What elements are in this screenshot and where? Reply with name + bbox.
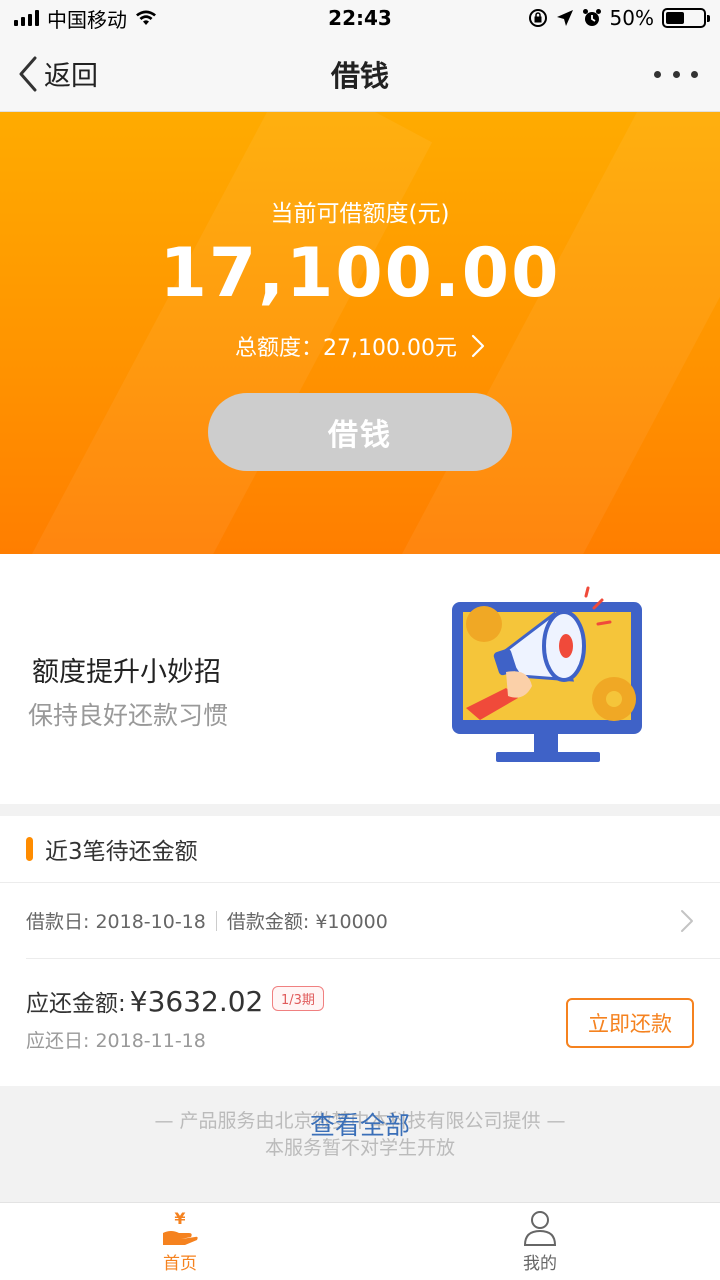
yen-hand-icon: ¥ <box>163 1209 198 1245</box>
back-button[interactable]: 返回 <box>18 54 98 93</box>
available-credit-amount: 17,100.00 <box>159 234 561 313</box>
period-badge: 1/3期 <box>272 986 324 1011</box>
status-bar: 中国移动 22:43 50% <box>0 0 720 36</box>
credit-hero: 当前可借额度(元) 17,100.00 总额度：27,100.00元 借钱 <box>0 112 720 554</box>
available-credit-label: 当前可借额度(元) <box>270 201 450 227</box>
total-credit-label: 总额度： <box>235 336 324 361</box>
total-credit-value: 27,100.00元 <box>323 336 457 361</box>
page-title: 借钱 <box>330 58 389 93</box>
location-icon <box>556 10 573 26</box>
promo-title: 额度提升小妙招 <box>32 657 221 688</box>
rotation-lock-icon <box>528 9 547 27</box>
chevron-right-icon <box>681 910 693 932</box>
tab-home-label: 首页 <box>163 1254 197 1274</box>
status-right: 50% <box>528 6 710 30</box>
tab-bar: ¥ 首页 我的 <box>0 1202 720 1280</box>
repay-now-button[interactable]: 立即还款 <box>566 998 694 1048</box>
loan-date: 借款日: 2018-10-18 <box>26 911 206 933</box>
repay-section-title: 近3笔待还金额 <box>45 839 198 865</box>
back-label: 返回 <box>44 61 98 92</box>
loan-info-row[interactable]: 借款日: 2018-10-18 借款金额: ¥10000 <box>0 882 720 958</box>
promo-subtitle: 保持良好还款习惯 <box>28 701 229 730</box>
loan-amount: 借款金额: ¥10000 <box>226 911 388 933</box>
wifi-icon <box>136 10 156 25</box>
battery-icon <box>662 8 710 28</box>
promo-banner[interactable]: 额度提升小妙招 保持良好还款习惯 <box>0 554 720 804</box>
chevron-left-icon <box>19 56 37 91</box>
megaphone-monitor-illustration <box>452 586 642 762</box>
alarm-icon <box>582 9 601 26</box>
dot-icon <box>672 70 680 78</box>
borrow-button[interactable]: 借钱 <box>208 393 512 471</box>
section-accent-bar <box>26 837 33 861</box>
due-label: 应还金额: <box>26 991 126 1017</box>
dot-icon <box>654 70 661 78</box>
view-all-link[interactable]: 查看全部 <box>0 1106 720 1142</box>
separator <box>215 910 217 931</box>
tab-home[interactable]: ¥ 首页 <box>0 1203 360 1280</box>
tab-me-label: 我的 <box>523 1254 557 1274</box>
due-date: 应还日: 2018-11-18 <box>26 1030 206 1052</box>
battery-fill <box>666 12 684 24</box>
battery-percent: 50% <box>609 6 654 30</box>
carrier-name: 中国移动 <box>47 7 127 32</box>
signal-icon <box>14 10 39 26</box>
footer: — 产品服务由北京微梦中本科技有限公司提供 — 查看全部 本服务暂不对学生开放 <box>0 1086 720 1202</box>
due-amount: 应还金额: ¥3632.02 <box>26 984 263 1018</box>
user-icon <box>523 1211 557 1246</box>
tab-me[interactable]: 我的 <box>360 1203 720 1280</box>
due-value: ¥3632.02 <box>129 985 264 1018</box>
status-left: 中国移动 <box>14 4 157 33</box>
total-credit-link[interactable]: 总额度：27,100.00元 <box>0 330 720 362</box>
repay-item: 应还金额: ¥3632.02 1/3期 应还日: 2018-11-18 立即还款 <box>0 958 720 1086</box>
svg-text:¥: ¥ <box>174 1209 185 1228</box>
repay-section-header: 近3笔待还金额 <box>0 816 720 882</box>
more-button[interactable] <box>654 62 698 86</box>
chevron-right-icon <box>471 334 485 358</box>
dot-icon <box>691 70 698 78</box>
nav-bar: 返回 借钱 <box>0 36 720 112</box>
